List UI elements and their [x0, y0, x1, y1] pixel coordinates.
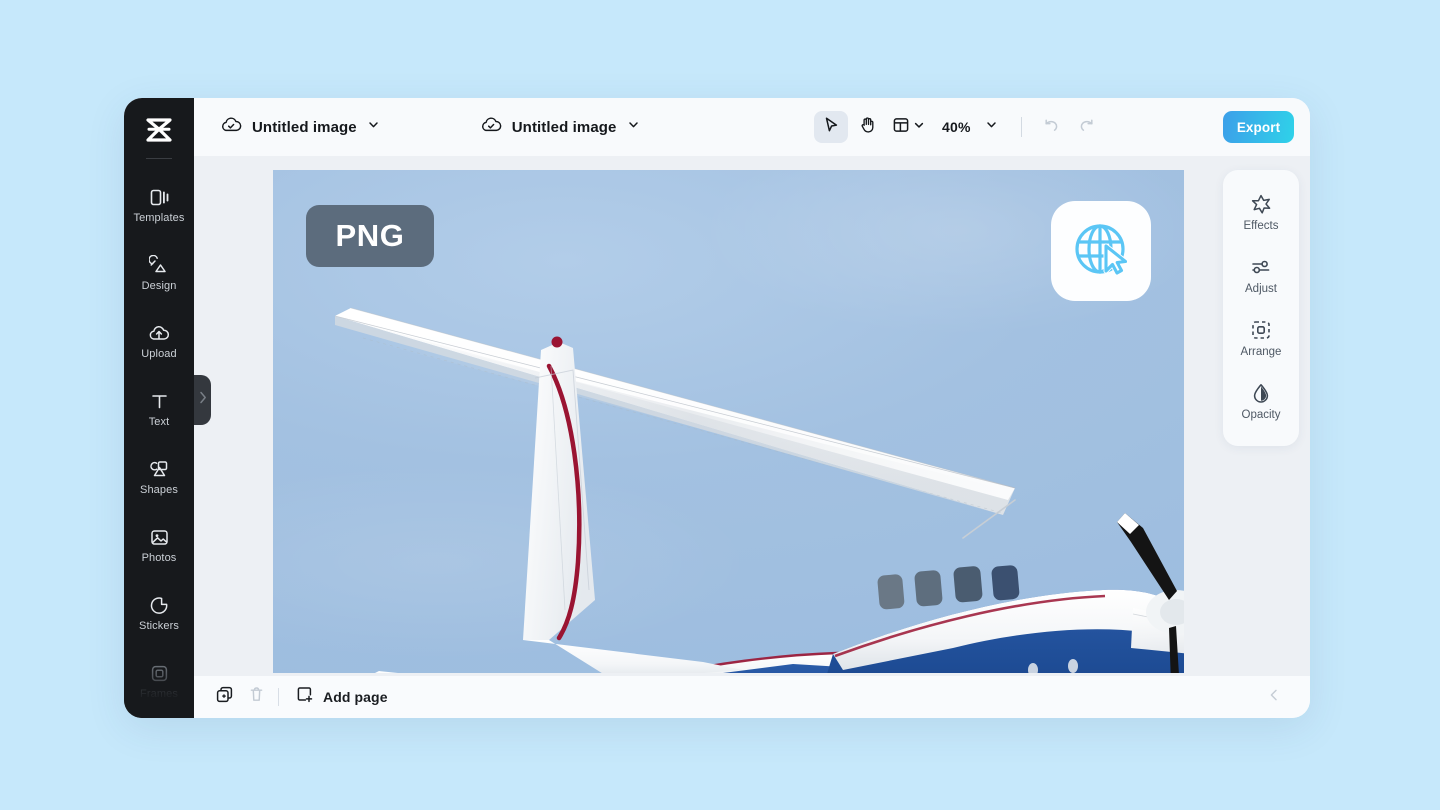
app-window: Templates Design Upload Text Shapes Phot…	[124, 98, 1310, 718]
zoom-dropdown-button[interactable]	[975, 111, 1009, 143]
sidebar-item-shapes[interactable]: Shapes	[124, 443, 194, 511]
sidebar-item-stickers[interactable]: Stickers	[124, 579, 194, 647]
shapes-icon	[148, 458, 170, 480]
layout-panel-icon	[892, 116, 910, 139]
export-button[interactable]: Export	[1223, 111, 1294, 143]
project-title-label: Untitled image	[252, 118, 357, 136]
select-tool-button[interactable]	[814, 111, 848, 143]
sidebar-item-design[interactable]: Design	[124, 239, 194, 307]
bottom-toolbar: Add page	[194, 676, 1310, 718]
chevron-down-icon	[367, 118, 380, 136]
arrange-frame-icon	[1250, 319, 1272, 341]
redo-icon	[1078, 116, 1096, 139]
format-badge-label: PNG	[335, 218, 405, 253]
document-title-label: Untitled image	[511, 118, 617, 136]
panel-expand-handle[interactable]	[194, 375, 211, 425]
editor-main: Untitled image Untitled image 40% Export…	[194, 98, 1310, 718]
project-title-chip[interactable]: Untitled image	[216, 111, 384, 144]
capcut-logo-icon[interactable]	[136, 108, 182, 152]
photos-icon	[148, 526, 170, 548]
sidebar-item-label: Photos	[141, 552, 177, 564]
panel-item-label: Opacity	[1241, 408, 1281, 421]
collapse-panel-button[interactable]	[1262, 685, 1286, 709]
cursor-arrow-icon	[822, 116, 840, 139]
text-icon	[148, 390, 170, 412]
opacity-droplet-icon	[1250, 382, 1272, 404]
export-button-label: Export	[1236, 119, 1281, 135]
add-page-label: Add page	[323, 689, 388, 705]
sidebar-item-label: Upload	[141, 348, 177, 360]
sidebar-item-label: Stickers	[139, 620, 179, 632]
undo-icon	[1042, 116, 1060, 139]
zoom-level-label[interactable]: 40%	[932, 119, 973, 135]
panel-item-label: Effects	[1243, 219, 1279, 232]
templates-icon	[148, 186, 170, 208]
hand-icon	[858, 115, 877, 139]
delete-page-button[interactable]	[240, 683, 272, 711]
format-badge[interactable]: PNG	[306, 205, 434, 267]
undo-button[interactable]	[1034, 111, 1068, 143]
upload-cloud-icon	[148, 322, 170, 344]
image-canvas[interactable]: PNG	[273, 170, 1184, 673]
duplicate-icon	[215, 685, 234, 709]
document-title-chip[interactable]: Untitled image	[476, 111, 644, 144]
sidebar-item-label: Design	[141, 280, 177, 292]
sliders-icon	[1250, 256, 1272, 278]
design-icon	[148, 254, 170, 276]
panel-item-arrange[interactable]: Arrange	[1223, 307, 1299, 370]
left-sidebar: Templates Design Upload Text Shapes Phot…	[124, 98, 194, 718]
panel-item-label: Adjust	[1245, 282, 1277, 295]
panel-item-opacity[interactable]: Opacity	[1223, 370, 1299, 433]
add-page-button[interactable]: Add page	[289, 681, 394, 713]
duplicate-page-button[interactable]	[208, 683, 240, 711]
hand-tool-button[interactable]	[850, 111, 884, 143]
sidebar-item-text[interactable]: Text	[124, 375, 194, 443]
sidebar-item-label: Text	[148, 416, 170, 428]
sparkle-star-icon	[1250, 193, 1272, 215]
globe-cursor-icon	[1068, 216, 1134, 287]
frames-icon	[148, 662, 170, 684]
globe-cursor-logo[interactable]	[1051, 201, 1151, 301]
cloud-saved-icon	[480, 115, 502, 140]
forward-fuselage	[827, 589, 1184, 673]
sidebar-item-label: Shapes	[140, 484, 178, 496]
sidebar-item-label: Frames	[140, 688, 178, 700]
cabin-windows	[877, 565, 1020, 610]
canvas-workspace[interactable]: PNG Effects Adjust Arrange Opacity	[194, 156, 1310, 676]
properties-panel: Effects Adjust Arrange Opacity	[1223, 170, 1299, 446]
add-page-icon	[295, 685, 314, 709]
sidebar-item-upload[interactable]: Upload	[124, 307, 194, 375]
panel-item-adjust[interactable]: Adjust	[1223, 244, 1299, 307]
layout-tool-button[interactable]	[886, 111, 930, 143]
sidebar-divider	[146, 158, 172, 159]
panel-item-effects[interactable]: Effects	[1223, 181, 1299, 244]
chevron-down-icon	[913, 118, 925, 136]
canvas-tools-group: 40%	[814, 111, 1104, 143]
redo-button[interactable]	[1070, 111, 1104, 143]
sidebar-item-frames[interactable]: Frames	[124, 647, 194, 715]
sidebar-item-label: Templates	[133, 212, 185, 224]
chevron-down-icon	[985, 118, 998, 136]
chevron-left-icon	[1267, 688, 1281, 707]
left-wing	[334, 307, 1016, 515]
sidebar-item-templates[interactable]: Templates	[124, 171, 194, 239]
bottom-toolbar-divider	[278, 688, 279, 706]
top-toolbar: Untitled image Untitled image 40% Export	[194, 98, 1310, 156]
cloud-saved-icon	[220, 115, 242, 140]
toolbar-divider	[1020, 117, 1022, 137]
trash-icon	[247, 685, 266, 709]
panel-item-label: Arrange	[1240, 345, 1282, 358]
chevron-right-icon	[199, 391, 207, 409]
sidebar-item-photos[interactable]: Photos	[124, 511, 194, 579]
chevron-down-icon	[627, 118, 640, 136]
stickers-icon	[148, 594, 170, 616]
